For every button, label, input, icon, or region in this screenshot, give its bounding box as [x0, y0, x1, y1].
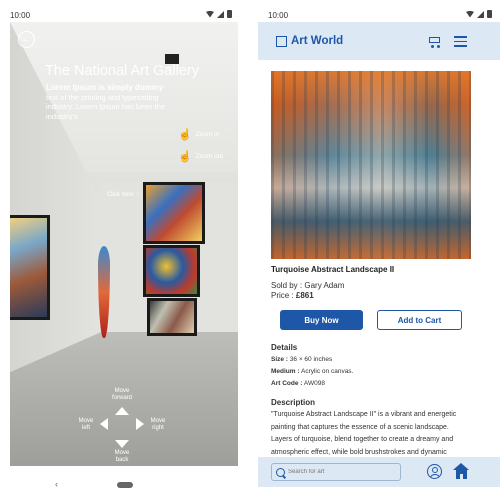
home-icon[interactable]	[453, 463, 470, 479]
zoom-out-hand-icon: ☝	[178, 151, 192, 163]
zoom-in-hand-icon: ☝	[178, 129, 192, 141]
battery-icon	[227, 10, 232, 18]
menu-icon[interactable]	[454, 36, 467, 50]
move-forward-button[interactable]	[115, 407, 129, 415]
gallery-painting[interactable]	[143, 182, 205, 244]
click-here-hint[interactable]: Click here ☞	[107, 191, 141, 198]
status-icons	[206, 10, 232, 18]
wifi-icon	[206, 10, 214, 18]
battery-icon	[487, 10, 492, 18]
product-title: Turquoise Abstract Landscape II	[271, 265, 395, 274]
add-to-cart-button[interactable]: Add to Cart	[377, 310, 462, 330]
movement-controls: Move forward Move left Move right Move b…	[78, 388, 166, 464]
signal-icon	[477, 10, 484, 18]
seller-name: Sold by : Gary Adam	[271, 281, 345, 290]
move-left-button[interactable]	[100, 418, 108, 430]
back-arrow-icon[interactable]: ←	[18, 31, 35, 48]
zoom-in-button[interactable]: ☝ Zoom in	[178, 128, 219, 141]
move-forward-label: Move forward	[111, 388, 132, 401]
status-time: 10:00	[268, 11, 289, 20]
move-back-button[interactable]	[115, 440, 129, 448]
signal-icon	[217, 10, 224, 18]
zoom-out-button[interactable]: ☝ Zoom out	[178, 150, 223, 163]
status-icons	[466, 10, 492, 18]
gallery-description: Lorem Ipsum is simply dummy text of the …	[46, 83, 166, 121]
gallery-painting[interactable]	[10, 215, 50, 320]
search-box[interactable]	[271, 463, 401, 481]
pointer-hand-icon: ☞	[135, 192, 141, 198]
app-header: Art World	[258, 22, 500, 60]
shop-screen: 10:00 Art World Turquoise Abstract Lands…	[258, 0, 500, 500]
gallery-screen: 10:00 ← The National Art Gallery Lorem I…	[0, 0, 240, 500]
move-right-button[interactable]	[136, 418, 144, 430]
product-price: Price : £861	[271, 291, 314, 300]
user-icon[interactable]	[427, 464, 442, 479]
artwork-image	[271, 71, 471, 259]
search-input[interactable]	[288, 469, 388, 475]
detail-art-code: Art Code : AW098	[271, 380, 325, 387]
detail-size: Size : 36 × 60 inches	[271, 356, 333, 363]
gallery-painting[interactable]	[143, 245, 200, 297]
gallery-painting[interactable]	[147, 298, 197, 336]
search-icon	[276, 467, 285, 477]
move-right-label: Move right	[150, 418, 166, 431]
move-left-label: Move left	[78, 418, 94, 431]
wifi-icon	[466, 10, 474, 18]
status-time: 10:00	[10, 11, 31, 20]
logo-square-icon	[276, 35, 287, 47]
status-bar: 10:00	[0, 0, 240, 22]
detail-medium: Medium : Acrylic on canvas.	[271, 368, 354, 375]
status-bar: 10:00	[258, 0, 500, 22]
description-heading: Description	[271, 398, 316, 407]
cart-icon[interactable]	[427, 35, 441, 48]
system-back-icon[interactable]: ‹	[55, 479, 58, 489]
gallery-title: The National Art Gallery	[45, 63, 199, 79]
home-pill[interactable]	[117, 482, 133, 488]
system-nav-bar: ‹	[0, 470, 240, 500]
description-text: "Turquoise Abstract Landscape II" is a v…	[271, 411, 457, 456]
move-back-label: Move back	[114, 450, 130, 463]
bottom-nav-bar	[258, 457, 500, 487]
buy-now-button[interactable]: Buy Now	[280, 310, 363, 330]
details-heading: Details	[271, 343, 298, 352]
brand-logo[interactable]: Art World	[276, 35, 343, 47]
